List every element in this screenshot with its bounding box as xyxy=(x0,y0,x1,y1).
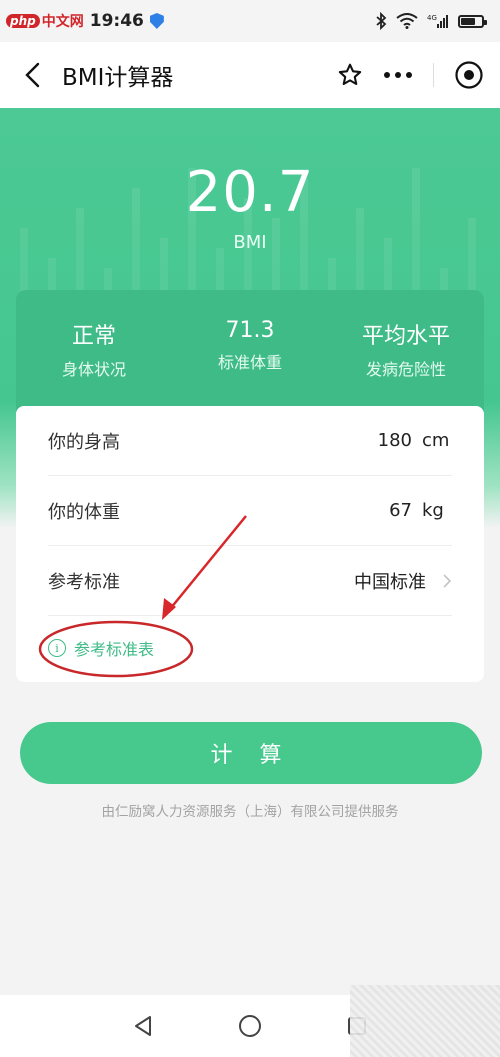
height-row[interactable]: 你的身高 180 cm xyxy=(48,406,452,476)
calculate-button[interactable]: 计 算 xyxy=(20,722,482,784)
status-time: 19:46 xyxy=(89,11,144,31)
nav-home-icon[interactable] xyxy=(230,1006,270,1046)
height-input[interactable]: 180 xyxy=(378,430,412,451)
star-icon[interactable] xyxy=(337,55,363,95)
stat-disease-risk: 平均水平 发病危险性 xyxy=(331,318,481,408)
standard-select[interactable]: 中国标准 xyxy=(354,568,426,594)
stat-label: 标准体重 xyxy=(217,353,282,372)
weight-label: 你的体重 xyxy=(48,501,120,523)
chevron-right-icon xyxy=(442,573,452,589)
status-bar: php 中文网 19:46 4G xyxy=(0,0,500,42)
bluetooth-icon xyxy=(376,12,387,30)
network-label: 4G xyxy=(427,14,437,22)
input-panel: 你的身高 180 cm 你的体重 67 kg 参考标准 中国标准 i 参考标准表 xyxy=(16,406,484,682)
standard-row[interactable]: 参考标准 中国标准 xyxy=(48,546,452,616)
standard-value-group: 中国标准 xyxy=(354,568,452,594)
target-icon[interactable] xyxy=(454,55,484,95)
stat-value: 正常 xyxy=(71,324,116,349)
page-title: BMI计算器 xyxy=(62,65,174,91)
battery-icon xyxy=(458,14,487,28)
nav-back-icon[interactable] xyxy=(123,1006,163,1046)
status-left: php 中文网 19:46 xyxy=(6,11,164,31)
battery-fill xyxy=(461,17,475,25)
height-unit: cm xyxy=(422,430,450,451)
watermark-php: php xyxy=(6,14,40,28)
watermark-text: 中文网 xyxy=(41,14,84,30)
weight-unit: kg xyxy=(422,500,444,521)
signal-icon: 4G xyxy=(427,14,448,28)
status-right: 4G xyxy=(375,12,487,30)
more-icon[interactable] xyxy=(383,55,413,95)
stat-label: 发病危险性 xyxy=(365,360,446,379)
corner-noise xyxy=(350,985,500,1057)
shield-icon xyxy=(149,13,164,29)
stat-value: 平均水平 xyxy=(361,324,450,349)
bmi-label: BMI xyxy=(233,232,267,253)
watermark-logo: php 中文网 xyxy=(6,11,84,31)
weight-value-group: 67 kg xyxy=(389,500,452,521)
height-label: 你的身高 xyxy=(48,431,120,453)
bmi-value: 20.7 xyxy=(185,160,315,225)
reference-table-label: 参考标准表 xyxy=(74,640,155,659)
stats-row: 正常 身体状况 71.3 标准体重 平均水平 发病危险性 xyxy=(16,290,484,408)
stat-label: 身体状况 xyxy=(61,360,126,379)
stat-body-condition: 正常 身体状况 xyxy=(19,318,169,408)
result-card: 正常 身体状况 71.3 标准体重 平均水平 发病危险性 你的身高 180 cm… xyxy=(16,290,484,682)
wifi-icon xyxy=(396,13,418,29)
back-icon[interactable] xyxy=(10,52,56,98)
info-icon: i xyxy=(48,639,66,657)
weight-row[interactable]: 你的体重 67 kg xyxy=(48,476,452,546)
stat-value: 71.3 xyxy=(225,318,275,343)
chevron-left-icon xyxy=(25,62,40,88)
weight-input[interactable]: 67 xyxy=(389,500,412,521)
stat-standard-weight: 71.3 标准体重 xyxy=(175,318,325,408)
standard-label: 参考标准 xyxy=(48,571,120,593)
reference-table-link[interactable]: i 参考标准表 xyxy=(48,616,452,680)
nav-actions xyxy=(337,55,484,95)
nav-divider xyxy=(433,63,434,87)
height-value-group: 180 cm xyxy=(378,430,452,451)
provider-text: 由仁励窝人力资源服务（上海）有限公司提供服务 xyxy=(101,804,399,820)
nav-bar: BMI计算器 xyxy=(0,42,500,108)
